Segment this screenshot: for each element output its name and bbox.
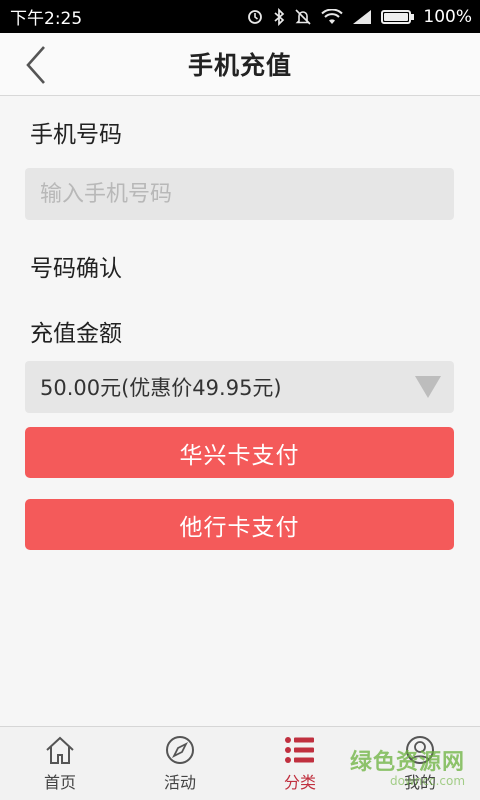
- tab-home[interactable]: 首页: [0, 727, 120, 800]
- tab-category-label: 分类: [283, 772, 316, 792]
- tab-category[interactable]: 分类: [240, 727, 360, 800]
- tab-activity-label: 活动: [163, 772, 196, 792]
- home-icon: [46, 736, 74, 764]
- amount-selected-value: 50.00元(优惠价49.95元): [40, 376, 282, 400]
- watermark-url: downcc.com: [390, 774, 466, 788]
- amount-select[interactable]: 50.00元(优惠价49.95元): [25, 361, 454, 413]
- bluetooth-icon: [273, 7, 285, 26]
- signal-icon: [352, 9, 372, 25]
- chevron-left-icon: [26, 46, 45, 84]
- watermark: 绿色资源网: [350, 750, 466, 775]
- status-icons: 100%: [246, 7, 472, 27]
- page-title: 手机充值: [187, 51, 292, 80]
- header: 手机充值: [0, 33, 480, 96]
- mute-notification-icon: [294, 8, 312, 26]
- amount-label: 充值金额: [30, 321, 122, 347]
- battery-icon: [381, 9, 415, 24]
- dropdown-triangle-icon: [415, 376, 441, 398]
- wifi-icon: [321, 8, 344, 25]
- phone-input[interactable]: [25, 168, 454, 220]
- phone-label: 手机号码: [30, 122, 122, 148]
- tab-activity[interactable]: 活动: [120, 727, 240, 800]
- confirm-label: 号码确认: [30, 256, 122, 282]
- other-bank-card-pay-button[interactable]: 他行卡支付: [25, 499, 454, 550]
- battery-level: 100%: [423, 6, 472, 27]
- status-time: 下午2:25: [10, 9, 83, 29]
- back-button[interactable]: [16, 43, 56, 87]
- alarm-icon: [246, 8, 264, 26]
- status-bar: 下午2:25 100%: [0, 0, 480, 33]
- list-icon: [285, 736, 314, 763]
- huaxing-card-pay-button[interactable]: 华兴卡支付: [25, 427, 454, 478]
- tab-home-label: 首页: [43, 772, 76, 792]
- compass-icon: [166, 735, 194, 764]
